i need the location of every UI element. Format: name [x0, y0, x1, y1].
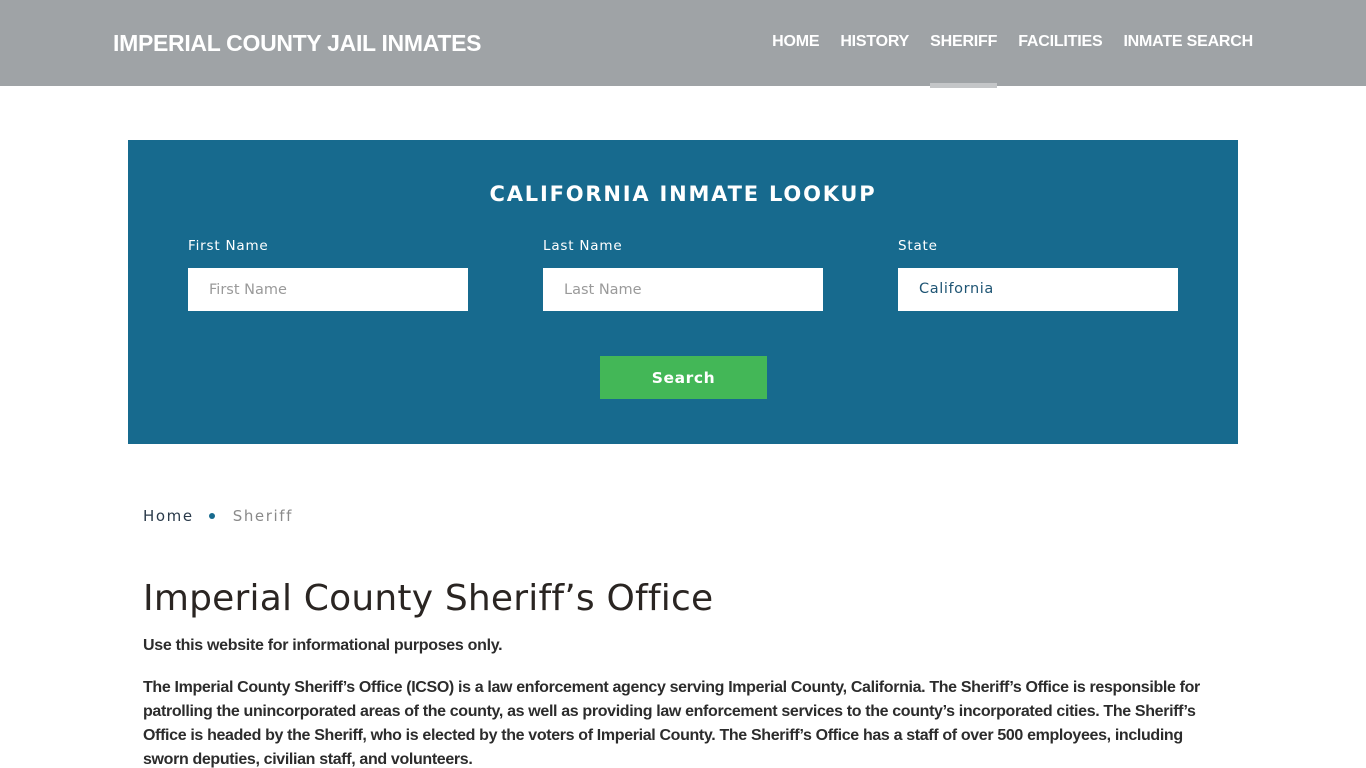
site-logo-link[interactable]: IMPERIAL COUNTY JAIL INMATES — [113, 30, 481, 57]
last-name-field-group: Last Name — [543, 238, 823, 311]
nav-facilities[interactable]: FACILITIES — [1018, 33, 1102, 89]
state-field-group: State California — [898, 238, 1178, 311]
inmate-lookup-panel: CALIFORNIA INMATE LOOKUP First Name Last… — [128, 140, 1238, 444]
breadcrumb-home-link[interactable]: Home — [143, 507, 194, 525]
first-name-label: First Name — [188, 238, 269, 254]
first-name-input[interactable] — [188, 268, 468, 311]
nav-inmate-search[interactable]: INMATE SEARCH — [1123, 33, 1253, 89]
breadcrumb-current: Sheriff — [232, 507, 294, 525]
nav-history[interactable]: HISTORY — [840, 33, 909, 89]
breadcrumb-separator-dot-icon — [208, 513, 215, 519]
site-header: IMPERIAL COUNTY JAIL INMATES HOME HISTOR… — [0, 0, 1366, 89]
last-name-label: Last Name — [543, 238, 623, 254]
page-title: Imperial County Sheriff’s Office — [143, 578, 714, 619]
first-name-field-group: First Name — [188, 238, 468, 311]
state-select[interactable]: California — [898, 268, 1178, 311]
disclaimer-text: Use this website for informational purpo… — [143, 637, 503, 654]
nav-sheriff[interactable]: SHERIFF — [930, 33, 997, 89]
search-button[interactable]: Search — [600, 356, 767, 399]
state-label: State — [898, 238, 938, 254]
intro-paragraph: The Imperial County Sheriff’s Office (IC… — [143, 679, 1200, 768]
main-nav: HOME HISTORY SHERIFF FACILITIES INMATE S… — [751, 33, 1253, 89]
breadcrumb: Home Sheriff — [143, 507, 293, 525]
last-name-input[interactable] — [543, 268, 823, 311]
nav-home[interactable]: HOME — [772, 33, 819, 89]
lookup-title: CALIFORNIA INMATE LOOKUP — [489, 182, 877, 206]
